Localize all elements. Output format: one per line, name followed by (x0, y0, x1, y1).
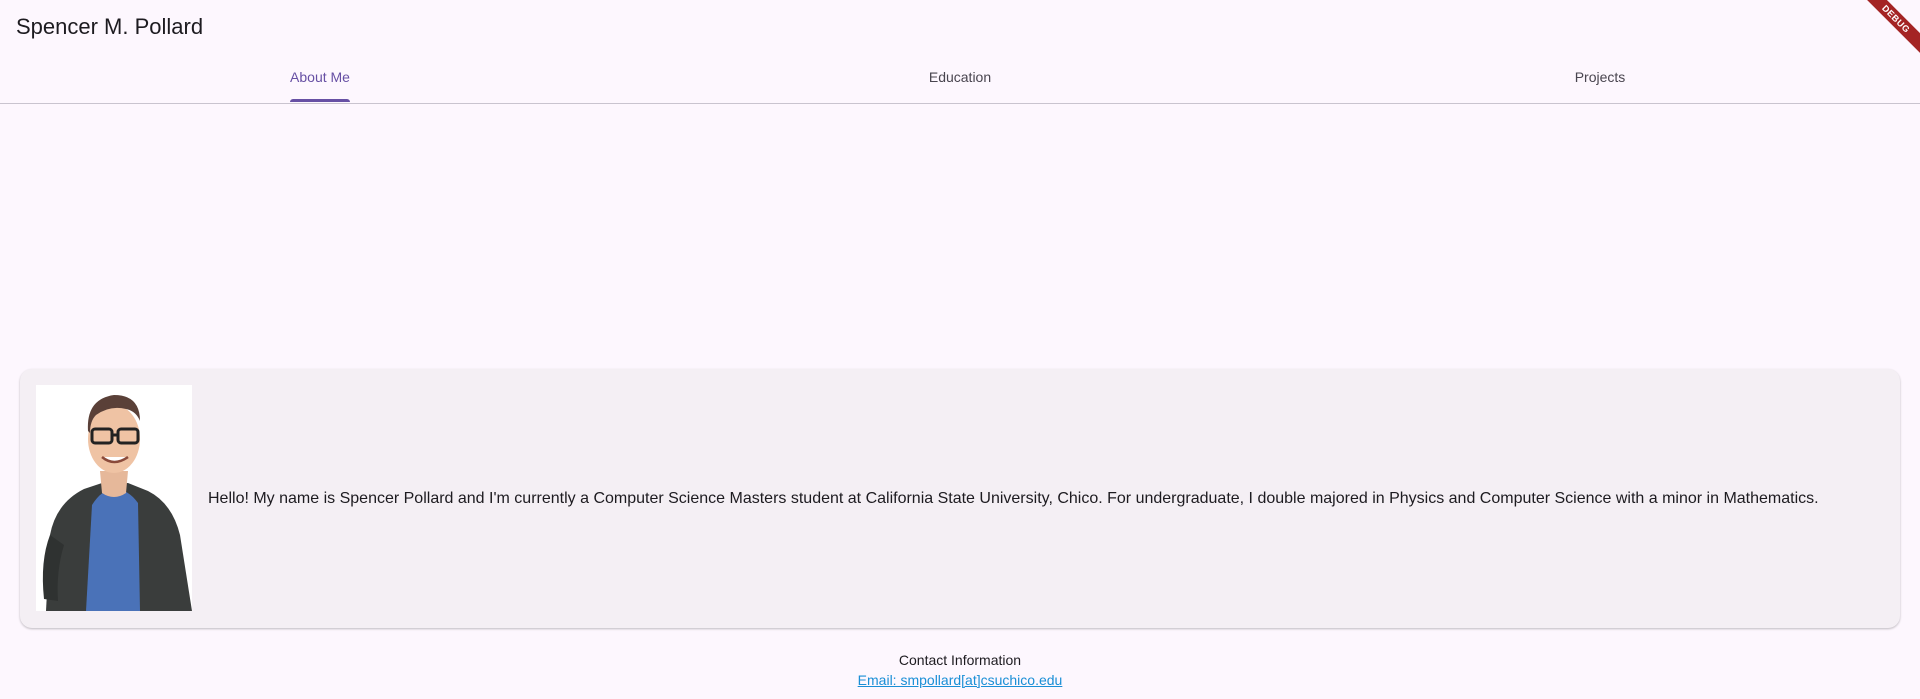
tab-bar: About Me Education Projects (0, 54, 1920, 104)
contact-heading: Contact Information (898, 652, 1022, 668)
tab-education-label: Education (928, 68, 992, 85)
tab-projects-label: Projects (1574, 68, 1626, 85)
active-tab-indicator (290, 98, 350, 102)
app-bar: Spencer M. Pollard (0, 0, 1920, 54)
tab-about-me[interactable]: About Me (0, 54, 640, 103)
about-card: Hello! My name is Spencer Pollard and I'… (20, 369, 1900, 628)
person-photo-icon (36, 385, 192, 611)
profile-photo (36, 385, 192, 611)
about-me-text: Hello! My name is Spencer Pollard and I'… (208, 489, 1819, 507)
contact-email: Email: smpollard[at]csuchico.edu (0, 672, 1920, 688)
app-title: Spencer M. Pollard (16, 14, 204, 39)
email-link[interactable]: Email: smpollard[at]csuchico.edu (858, 672, 1063, 688)
tab-education[interactable]: Education (640, 54, 1280, 103)
tab-about-me-label: About Me (290, 67, 350, 102)
tab-projects[interactable]: Projects (1280, 54, 1920, 103)
